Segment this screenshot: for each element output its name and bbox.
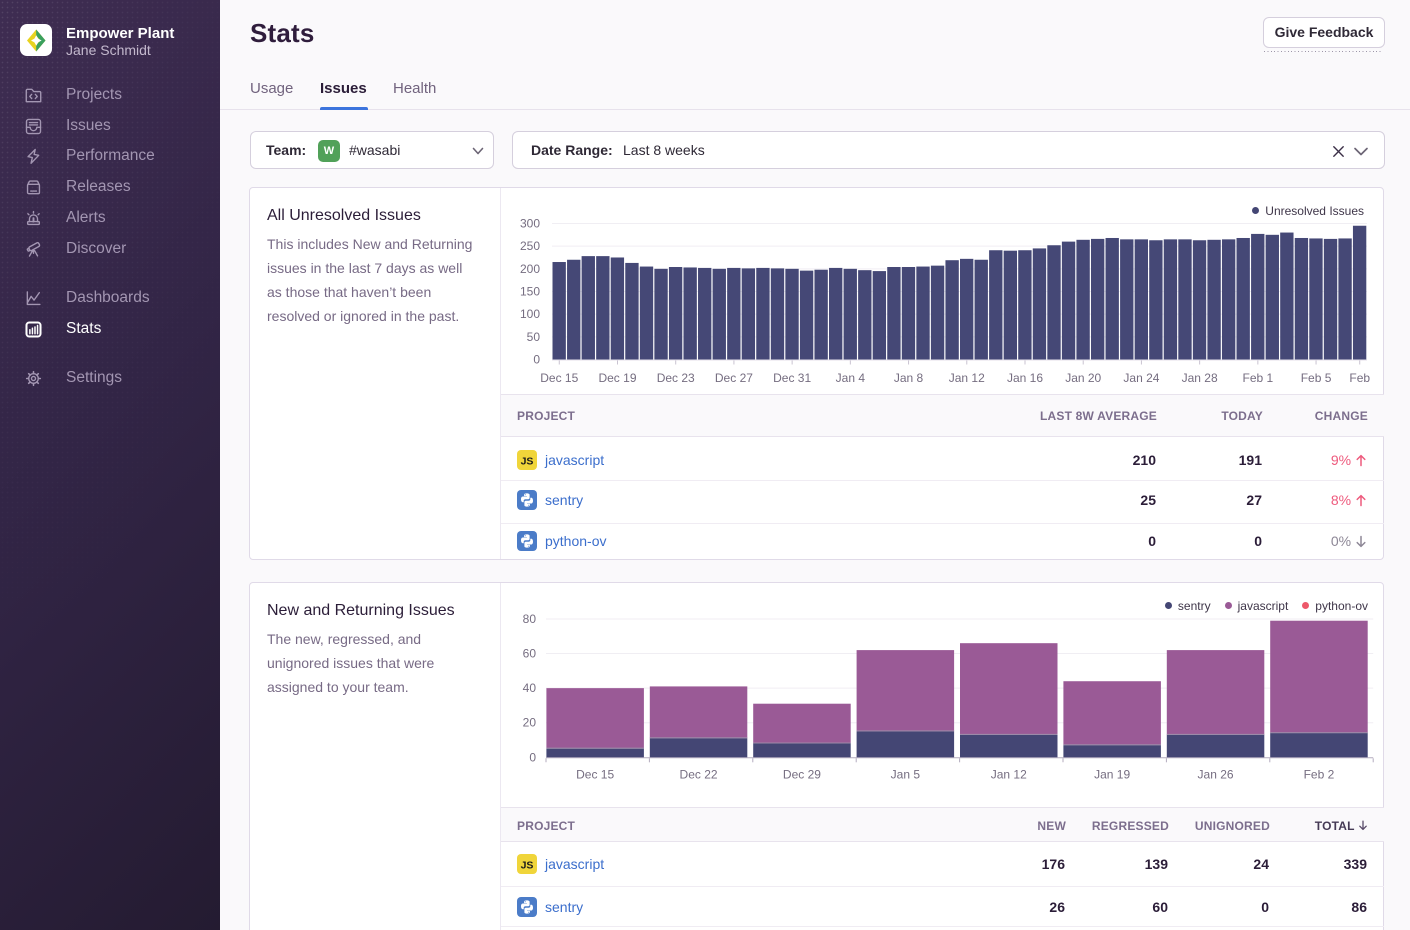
svg-text:Feb: Feb (1349, 371, 1370, 385)
svg-text:Jan 19: Jan 19 (1094, 767, 1130, 781)
svg-text:40: 40 (523, 681, 537, 695)
svg-text:150: 150 (520, 284, 540, 298)
svg-text:0: 0 (529, 750, 536, 764)
svg-text:80: 80 (523, 612, 537, 626)
svg-text:50: 50 (527, 330, 541, 344)
svg-text:300: 300 (520, 216, 540, 230)
svg-text:250: 250 (520, 239, 540, 253)
svg-text:Jan 24: Jan 24 (1123, 371, 1159, 385)
svg-text:Dec 29: Dec 29 (783, 767, 821, 781)
svg-text:Jan 28: Jan 28 (1182, 371, 1218, 385)
svg-text:Feb 2: Feb 2 (1304, 767, 1335, 781)
svg-text:Dec 15: Dec 15 (540, 371, 578, 385)
svg-text:Jan 12: Jan 12 (991, 767, 1027, 781)
svg-text:Dec 23: Dec 23 (657, 371, 695, 385)
svg-text:Jan 5: Jan 5 (891, 767, 921, 781)
svg-text:200: 200 (520, 262, 540, 276)
svg-text:Dec 31: Dec 31 (773, 371, 811, 385)
svg-text:JS: JS (521, 456, 534, 468)
svg-text:20: 20 (523, 716, 537, 730)
svg-text:Feb 5: Feb 5 (1301, 371, 1332, 385)
svg-text:0: 0 (533, 353, 540, 367)
svg-text:100: 100 (520, 307, 540, 321)
svg-text:Jan 12: Jan 12 (949, 371, 985, 385)
svg-text:Dec 19: Dec 19 (598, 371, 636, 385)
svg-text:Jan 4: Jan 4 (836, 371, 866, 385)
svg-text:Dec 27: Dec 27 (715, 371, 753, 385)
svg-text:Jan 16: Jan 16 (1007, 371, 1043, 385)
svg-text:Jan 20: Jan 20 (1065, 371, 1101, 385)
svg-text:60: 60 (523, 647, 537, 661)
svg-text:JS: JS (521, 860, 534, 872)
svg-text:Dec 22: Dec 22 (680, 767, 718, 781)
svg-text:Dec 15: Dec 15 (576, 767, 614, 781)
svg-text:Jan 8: Jan 8 (894, 371, 924, 385)
svg-text:Feb 1: Feb 1 (1243, 371, 1274, 385)
svg-text:Jan 26: Jan 26 (1198, 767, 1234, 781)
